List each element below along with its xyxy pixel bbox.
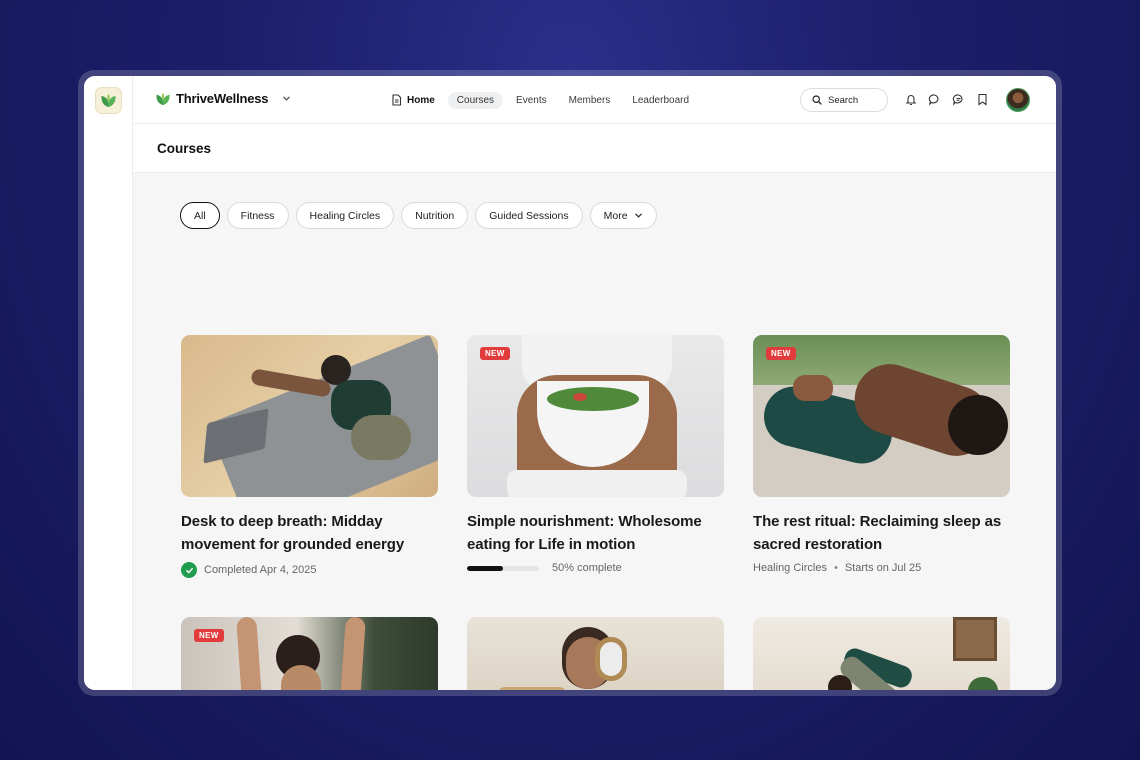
chevron-down-icon[interactable]: [279, 92, 293, 106]
meta-separator: •: [833, 562, 838, 574]
bookmark-icon[interactable]: [975, 92, 990, 107]
progress-fill: [467, 565, 503, 571]
course-start-date: Starts on Jul 25: [844, 562, 922, 574]
filter-nutrition[interactable]: Nutrition: [401, 202, 469, 229]
progress-text: 50% complete: [552, 562, 622, 574]
brand-switcher[interactable]: ThriveWellness: [155, 91, 293, 106]
community-logo-button[interactable]: [95, 87, 122, 114]
document-icon: [392, 94, 402, 106]
course-thumbnail[interactable]: NEW: [467, 335, 724, 497]
course-card[interactable]: NEW: [181, 617, 438, 690]
course-title[interactable]: Simple nourishment: Wholesome eating for…: [467, 510, 724, 556]
course-thumbnail[interactable]: [181, 335, 438, 497]
progress-bar: [467, 565, 539, 571]
top-navigation-bar: ThriveWellness Home Courses Events Membe…: [133, 76, 1056, 124]
course-card[interactable]: [467, 617, 724, 690]
app-window: ThriveWellness Home Courses Events Membe…: [84, 76, 1056, 690]
new-badge: NEW: [480, 347, 510, 360]
course-title[interactable]: The rest ritual: Reclaiming sleep as sac…: [753, 510, 1010, 556]
check-circle-icon: [181, 562, 197, 578]
nav-home[interactable]: Home: [389, 91, 444, 109]
brand-name: ThriveWellness: [176, 91, 269, 106]
chat-icon[interactable]: [927, 92, 942, 107]
search-icon: [812, 95, 822, 105]
nav-events[interactable]: Events: [507, 92, 556, 109]
course-category: Healing Circles: [753, 562, 827, 574]
main-nav: Home Courses Events Members Leaderboard: [389, 91, 702, 109]
header-actions: [903, 92, 990, 107]
nav-leaderboard[interactable]: Leaderboard: [623, 92, 698, 109]
nav-members[interactable]: Members: [560, 92, 620, 109]
filter-guided-sessions[interactable]: Guided Sessions: [475, 202, 583, 229]
app-frame: ThriveWellness Home Courses Events Membe…: [78, 70, 1062, 696]
filter-all[interactable]: All: [180, 202, 220, 229]
course-thumbnail[interactable]: [467, 617, 724, 690]
filter-more-dropdown[interactable]: More: [589, 202, 657, 229]
course-card[interactable]: NEW Simple nourishment: Wholesome eating…: [467, 335, 724, 574]
course-card[interactable]: Desk to deep breath: Midday movement for…: [181, 335, 438, 578]
leaf-logo-icon: [156, 92, 170, 105]
filter-fitness[interactable]: Fitness: [226, 202, 289, 229]
new-badge: NEW: [766, 347, 796, 360]
course-thumbnail[interactable]: NEW: [753, 335, 1010, 497]
course-card[interactable]: NEW The rest ritual: Reclaiming sleep as…: [753, 335, 1010, 574]
completion-text: Completed Apr 4, 2025: [204, 564, 317, 576]
filter-chips: All Fitness Healing Circles Nutrition Gu…: [180, 202, 657, 229]
chevron-down-icon: [634, 213, 642, 218]
course-status: Completed Apr 4, 2025: [181, 562, 438, 578]
course-meta: Healing Circles • Starts on Jul 25: [753, 562, 1010, 574]
course-progress: 50% complete: [467, 562, 724, 574]
filter-healing-circles[interactable]: Healing Circles: [295, 202, 395, 229]
search-label: Search: [828, 94, 859, 106]
nav-courses[interactable]: Courses: [447, 91, 504, 109]
course-thumbnail[interactable]: NEW: [181, 617, 438, 690]
search-button[interactable]: Search: [800, 88, 888, 112]
page-header: Courses: [133, 124, 1056, 173]
courses-content: All Fitness Healing Circles Nutrition Gu…: [133, 173, 1056, 690]
course-title[interactable]: Desk to deep breath: Midday movement for…: [181, 510, 438, 556]
user-avatar[interactable]: [1006, 88, 1030, 112]
bell-icon[interactable]: [903, 92, 918, 107]
nav-home-label: Home: [407, 94, 435, 106]
left-rail: [84, 76, 133, 690]
leaf-logo-icon: [101, 94, 116, 107]
new-badge: NEW: [194, 629, 224, 642]
course-card[interactable]: [753, 617, 1010, 690]
course-thumbnail[interactable]: [753, 617, 1010, 690]
page-title: Courses: [157, 141, 212, 156]
messages-icon[interactable]: [951, 92, 966, 107]
filter-more-label: More: [603, 209, 628, 222]
